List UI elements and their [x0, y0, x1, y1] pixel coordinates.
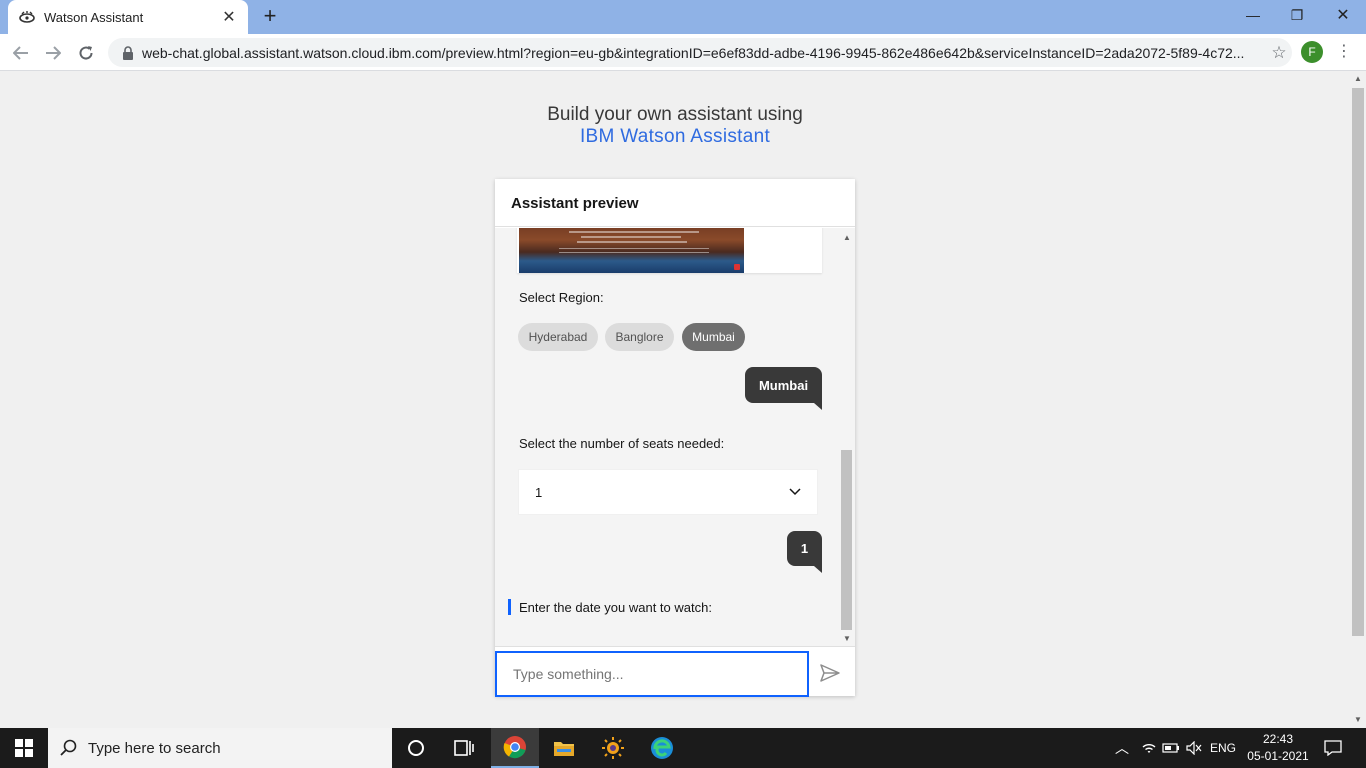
- taskbar-app-sun[interactable]: [589, 728, 637, 768]
- tab-title: Watson Assistant: [44, 9, 144, 25]
- seats-prompt: Select the number of seats needed:: [519, 436, 725, 451]
- message-focus-indicator: [508, 599, 511, 615]
- task-view-icon: [454, 740, 474, 756]
- profile-avatar[interactable]: F: [1301, 41, 1323, 63]
- forward-arrow-icon: [46, 46, 61, 60]
- taskbar-edge[interactable]: [638, 728, 686, 768]
- chevron-down-icon: [789, 488, 801, 496]
- search-icon: [60, 739, 77, 756]
- scroll-down-arrow-icon[interactable]: ▼: [841, 633, 853, 645]
- language-indicator[interactable]: ENG: [1207, 728, 1239, 768]
- region-chip-mumbai[interactable]: Mumbai: [682, 323, 745, 351]
- start-button[interactable]: [0, 728, 48, 768]
- watson-favicon-icon: [18, 8, 36, 26]
- minimize-button[interactable]: —: [1230, 0, 1276, 30]
- message-input[interactable]: [495, 651, 809, 697]
- tray-expand-icon[interactable]: ︿: [1112, 728, 1132, 768]
- taskbar-file-explorer[interactable]: [540, 728, 588, 768]
- user-message-seats: 1: [787, 531, 822, 573]
- reload-button[interactable]: [73, 40, 99, 66]
- seats-dropdown[interactable]: 1: [518, 469, 818, 515]
- close-window-button[interactable]: ✕: [1320, 0, 1366, 30]
- page-content: Build your own assistant using IBM Watso…: [0, 71, 1350, 728]
- scroll-up-arrow-icon[interactable]: ▲: [841, 232, 853, 244]
- browser-toolbar: web-chat.global.assistant.watson.cloud.i…: [0, 34, 1366, 71]
- url-text: web-chat.global.assistant.watson.cloud.i…: [142, 44, 1245, 61]
- forward-button[interactable]: [40, 40, 66, 66]
- date-prompt: Enter the date you want to watch:: [519, 600, 712, 615]
- browser-tab[interactable]: Watson Assistant ✕: [8, 0, 248, 34]
- tab-close-icon[interactable]: ✕: [220, 7, 238, 27]
- send-icon[interactable]: [819, 662, 841, 684]
- page-heading: Build your own assistant using IBM Watso…: [0, 104, 1350, 148]
- browser-titlebar: Watson Assistant ✕ + — ❐ ✕: [0, 0, 1366, 34]
- cortana-button[interactable]: [392, 728, 440, 768]
- user-message-region: Mumbai: [745, 367, 822, 410]
- cortana-circle-icon: [408, 740, 424, 756]
- taskbar-search[interactable]: Type here to search: [48, 728, 392, 768]
- heading-brand-link[interactable]: IBM Watson Assistant: [0, 126, 1350, 148]
- windows-logo-icon: [15, 739, 33, 757]
- restore-button[interactable]: ❐: [1274, 0, 1320, 30]
- message-input-row: [495, 646, 855, 697]
- assistant-widget: Assistant preview Select Region: Hyderab…: [495, 179, 855, 697]
- page-scroll-thumb[interactable]: [1352, 88, 1364, 636]
- poster-badge: [734, 264, 740, 270]
- back-button[interactable]: [8, 40, 34, 66]
- movie-card: [517, 228, 822, 273]
- chrome-icon: [503, 736, 526, 759]
- taskbar-chrome[interactable]: [491, 728, 539, 768]
- lock-icon: [123, 45, 133, 60]
- page-scroll-down-icon[interactable]: ▼: [1350, 713, 1366, 727]
- bookmark-star-icon[interactable]: ☆: [1266, 43, 1292, 63]
- back-arrow-icon: [13, 46, 28, 60]
- volume-muted-icon[interactable]: [1183, 728, 1205, 768]
- chat-scroll-thumb[interactable]: [841, 450, 852, 630]
- windows-taskbar: Type here to search ︿ ENG 22:43 05-01-20…: [0, 728, 1366, 768]
- heading-text: Build your own assistant using: [547, 104, 803, 125]
- folder-icon: [554, 742, 574, 756]
- edge-icon: [651, 737, 673, 759]
- region-chip-hyderabad[interactable]: Hyderabad: [518, 323, 598, 351]
- network-icon[interactable]: [1138, 728, 1160, 768]
- taskbar-clock[interactable]: 22:43 05-01-2021: [1240, 731, 1316, 765]
- taskbar-search-placeholder: Type here to search: [88, 739, 221, 757]
- battery-icon[interactable]: [1160, 728, 1182, 768]
- address-bar[interactable]: web-chat.global.assistant.watson.cloud.i…: [108, 38, 1292, 67]
- movie-poster-image: [519, 228, 744, 273]
- reload-icon: [79, 46, 93, 60]
- page-scroll-up-icon[interactable]: ▲: [1350, 72, 1366, 86]
- sun-app-icon: [602, 737, 624, 759]
- task-view-button[interactable]: [440, 728, 488, 768]
- chat-scrollbar[interactable]: ▲ ▼: [839, 228, 855, 646]
- clock-time: 22:43: [1262, 732, 1294, 746]
- chat-transcript: Select Region: Hyderabad Banglore Mumbai…: [495, 228, 839, 646]
- browser-menu-icon[interactable]: ⋮: [1336, 41, 1352, 63]
- page-scrollbar[interactable]: ▲ ▼: [1350, 71, 1366, 728]
- seats-dropdown-value: 1: [535, 484, 543, 500]
- select-region-label: Select Region:: [519, 290, 604, 305]
- clock-date: 05-01-2021: [1247, 749, 1309, 763]
- notifications-icon[interactable]: [1318, 728, 1348, 768]
- new-tab-button[interactable]: +: [258, 4, 282, 28]
- region-chip-banglore[interactable]: Banglore: [605, 323, 674, 351]
- widget-title: Assistant preview: [495, 179, 855, 227]
